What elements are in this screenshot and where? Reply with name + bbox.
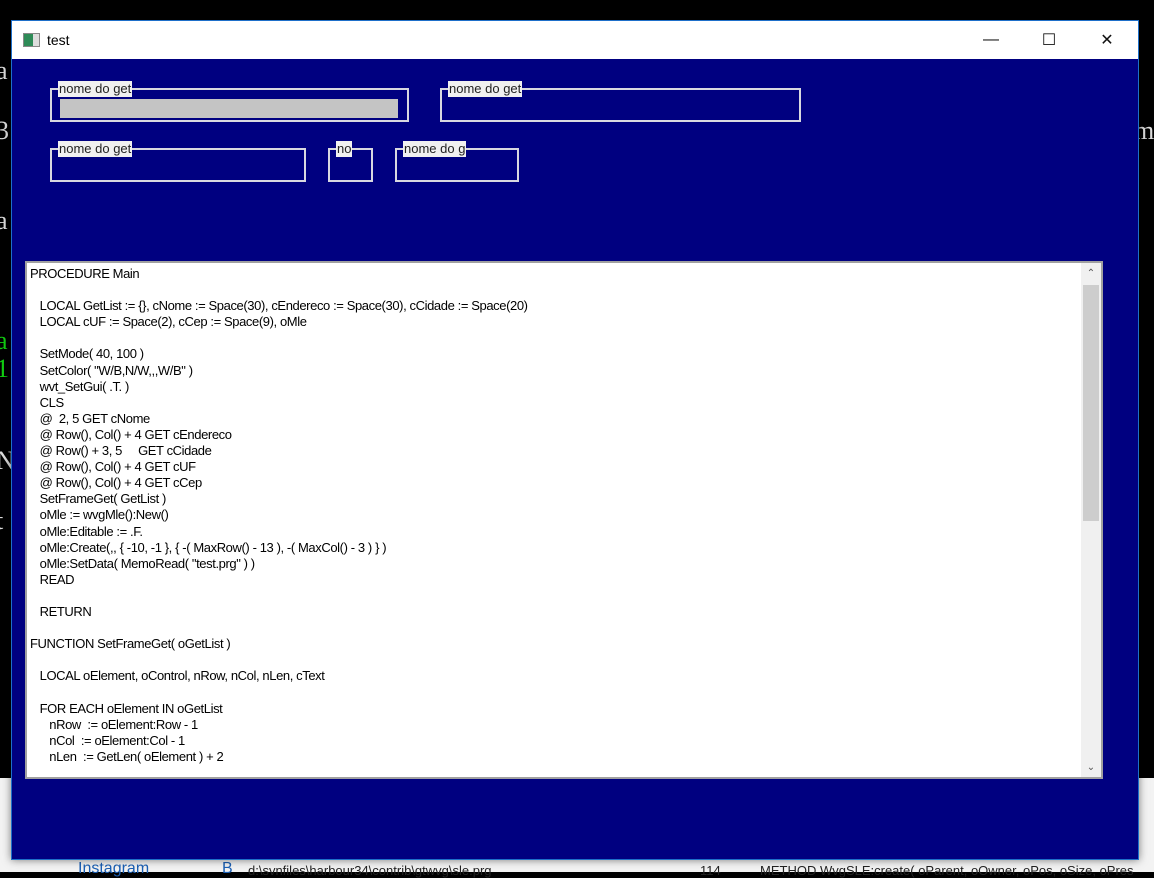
code-line: SetMode( 40, 100 ) <box>30 346 145 362</box>
code-line: SetFrameGet( GetList ) <box>30 491 167 507</box>
app-icon <box>23 33 40 47</box>
bg-link: Instagram <box>78 860 150 877</box>
frame-label: nome do g <box>403 141 467 157</box>
frame-label: nome do get <box>448 81 523 97</box>
code-line: FUNCTION SetFrameGet( oGetList ) <box>30 636 231 652</box>
test-window: test — ☐ ✕ nome do get nome do get nome … <box>11 20 1139 860</box>
scroll-down-icon[interactable]: ⌄ <box>1081 757 1101 777</box>
close-button[interactable]: ✕ <box>1078 21 1136 59</box>
code-line: nLen := GetLen( oElement ) + 2 <box>30 748 224 764</box>
code-line: SetColor( "W/B,N/W,,,W/B" ) <box>30 362 193 378</box>
code-line: CLS <box>30 394 65 410</box>
code-line: @ Row(), Col() + 4 GET cCep <box>30 475 203 491</box>
code-text: PROCEDURE Main LOCAL GetList := {}, cNom… <box>30 266 528 765</box>
code-line: FOR EACH oElement IN oGetList <box>30 700 223 716</box>
get-frame-uf: no <box>328 141 373 182</box>
get-frame-nome: nome do get <box>50 81 409 122</box>
get-input-cep[interactable] <box>405 159 509 178</box>
frame-label: nome do get <box>58 81 133 97</box>
code-line: oMle:Editable := .F. <box>30 523 143 539</box>
code-line: wvt_SetGui( .T. ) <box>30 378 130 394</box>
bg-text: a <box>0 56 8 85</box>
code-line: oMle := wvgMle():New() <box>30 507 169 523</box>
maximize-button[interactable]: ☐ <box>1020 21 1078 59</box>
code-line: RETURN <box>30 603 92 619</box>
minimize-button[interactable]: — <box>962 21 1020 59</box>
get-frame-endereco: nome do get <box>440 81 801 122</box>
code-line: oMle:SetData( MemoRead( "test.prg" ) ) <box>30 555 256 571</box>
code-line: @ Row(), Col() + 4 GET cEndereco <box>30 426 232 442</box>
code-line: LOCAL GetList := {}, cNome := Space(30),… <box>30 298 528 314</box>
get-input-endereco[interactable] <box>450 99 790 118</box>
bg-text: METHOD WvgSLE:create( oParent, oOwner, o… <box>760 863 1134 878</box>
bg-text: 114 <box>700 863 721 878</box>
bg-text: a <box>0 206 8 235</box>
memo-editor[interactable]: PROCEDURE Main LOCAL GetList := {}, cNom… <box>25 261 1103 779</box>
code-line: PROCEDURE Main <box>30 266 140 281</box>
code-line: READ <box>30 571 75 587</box>
bg-text: 3 <box>0 116 9 145</box>
window-title: test <box>47 32 70 48</box>
vertical-scrollbar[interactable]: ⌃ ⌄ <box>1081 263 1101 777</box>
scrollbar-thumb[interactable] <box>1083 285 1099 521</box>
code-line: @ 2, 5 GET cNome <box>30 410 151 426</box>
code-line: @ Row() + 3, 5 GET cCidade <box>30 443 212 459</box>
bg-text: t <box>0 506 3 536</box>
title-bar[interactable]: test — ☐ ✕ <box>12 21 1138 59</box>
get-input-uf[interactable] <box>336 159 366 178</box>
code-line: oMle:Create(,, { -10, -1 }, { -( MaxRow(… <box>30 539 387 555</box>
get-input-cidade[interactable] <box>60 159 296 178</box>
get-frame-cidade: nome do get <box>50 141 306 182</box>
bg-link: B <box>222 860 233 877</box>
code-line: @ Row(), Col() + 4 GET cUF <box>30 459 196 475</box>
code-line: LOCAL oElement, oControl, nRow, nCol, nL… <box>30 668 325 684</box>
frame-label: nome do get <box>58 141 133 157</box>
code-line: nCol := oElement:Col - 1 <box>30 732 185 748</box>
get-input-nome[interactable] <box>60 99 398 118</box>
get-frame-cep: nome do g <box>395 141 519 182</box>
bg-text: a <box>0 326 8 355</box>
scroll-up-icon[interactable]: ⌃ <box>1081 263 1101 283</box>
frame-label: no <box>336 141 353 157</box>
bg-text: 1 <box>0 354 9 383</box>
bg-text: d:\svnfiles\harbour34\contrib\gtwvg\sle.… <box>248 863 492 878</box>
code-line: LOCAL cUF := Space(2), cCep := Space(9),… <box>30 314 307 330</box>
code-line: nRow := oElement:Row - 1 <box>30 716 198 732</box>
